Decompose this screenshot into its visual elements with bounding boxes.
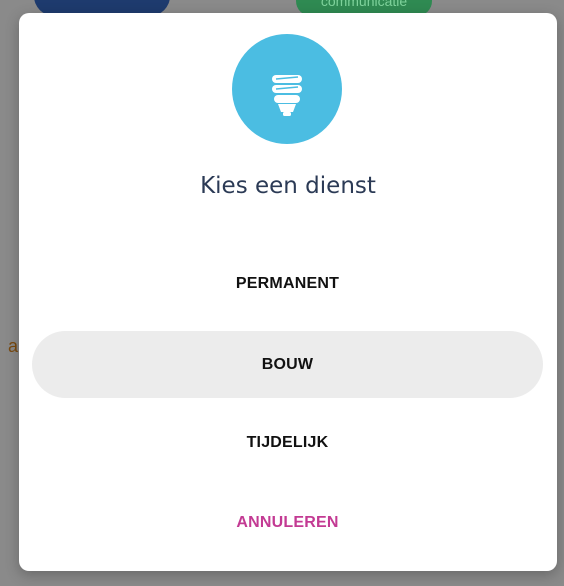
option-bouw[interactable]: BOUW — [32, 331, 543, 398]
cancel-label: ANNULEREN — [236, 514, 339, 531]
service-picker-dialog: Kies een dienst PERMANENT BOUW TIJDELIJK… — [19, 13, 557, 571]
dialog-title: Kies een dienst — [200, 173, 376, 199]
option-permanent[interactable]: PERMANENT — [32, 250, 543, 317]
option-tijdelijk[interactable]: TIJDELIJK — [32, 409, 543, 476]
option-label: PERMANENT — [235, 275, 340, 292]
cancel-button[interactable]: ANNULEREN — [32, 489, 543, 556]
lightbulb-icon — [232, 34, 342, 144]
option-label: BOUW — [261, 356, 314, 373]
option-label: TIJDELIJK — [246, 434, 329, 451]
